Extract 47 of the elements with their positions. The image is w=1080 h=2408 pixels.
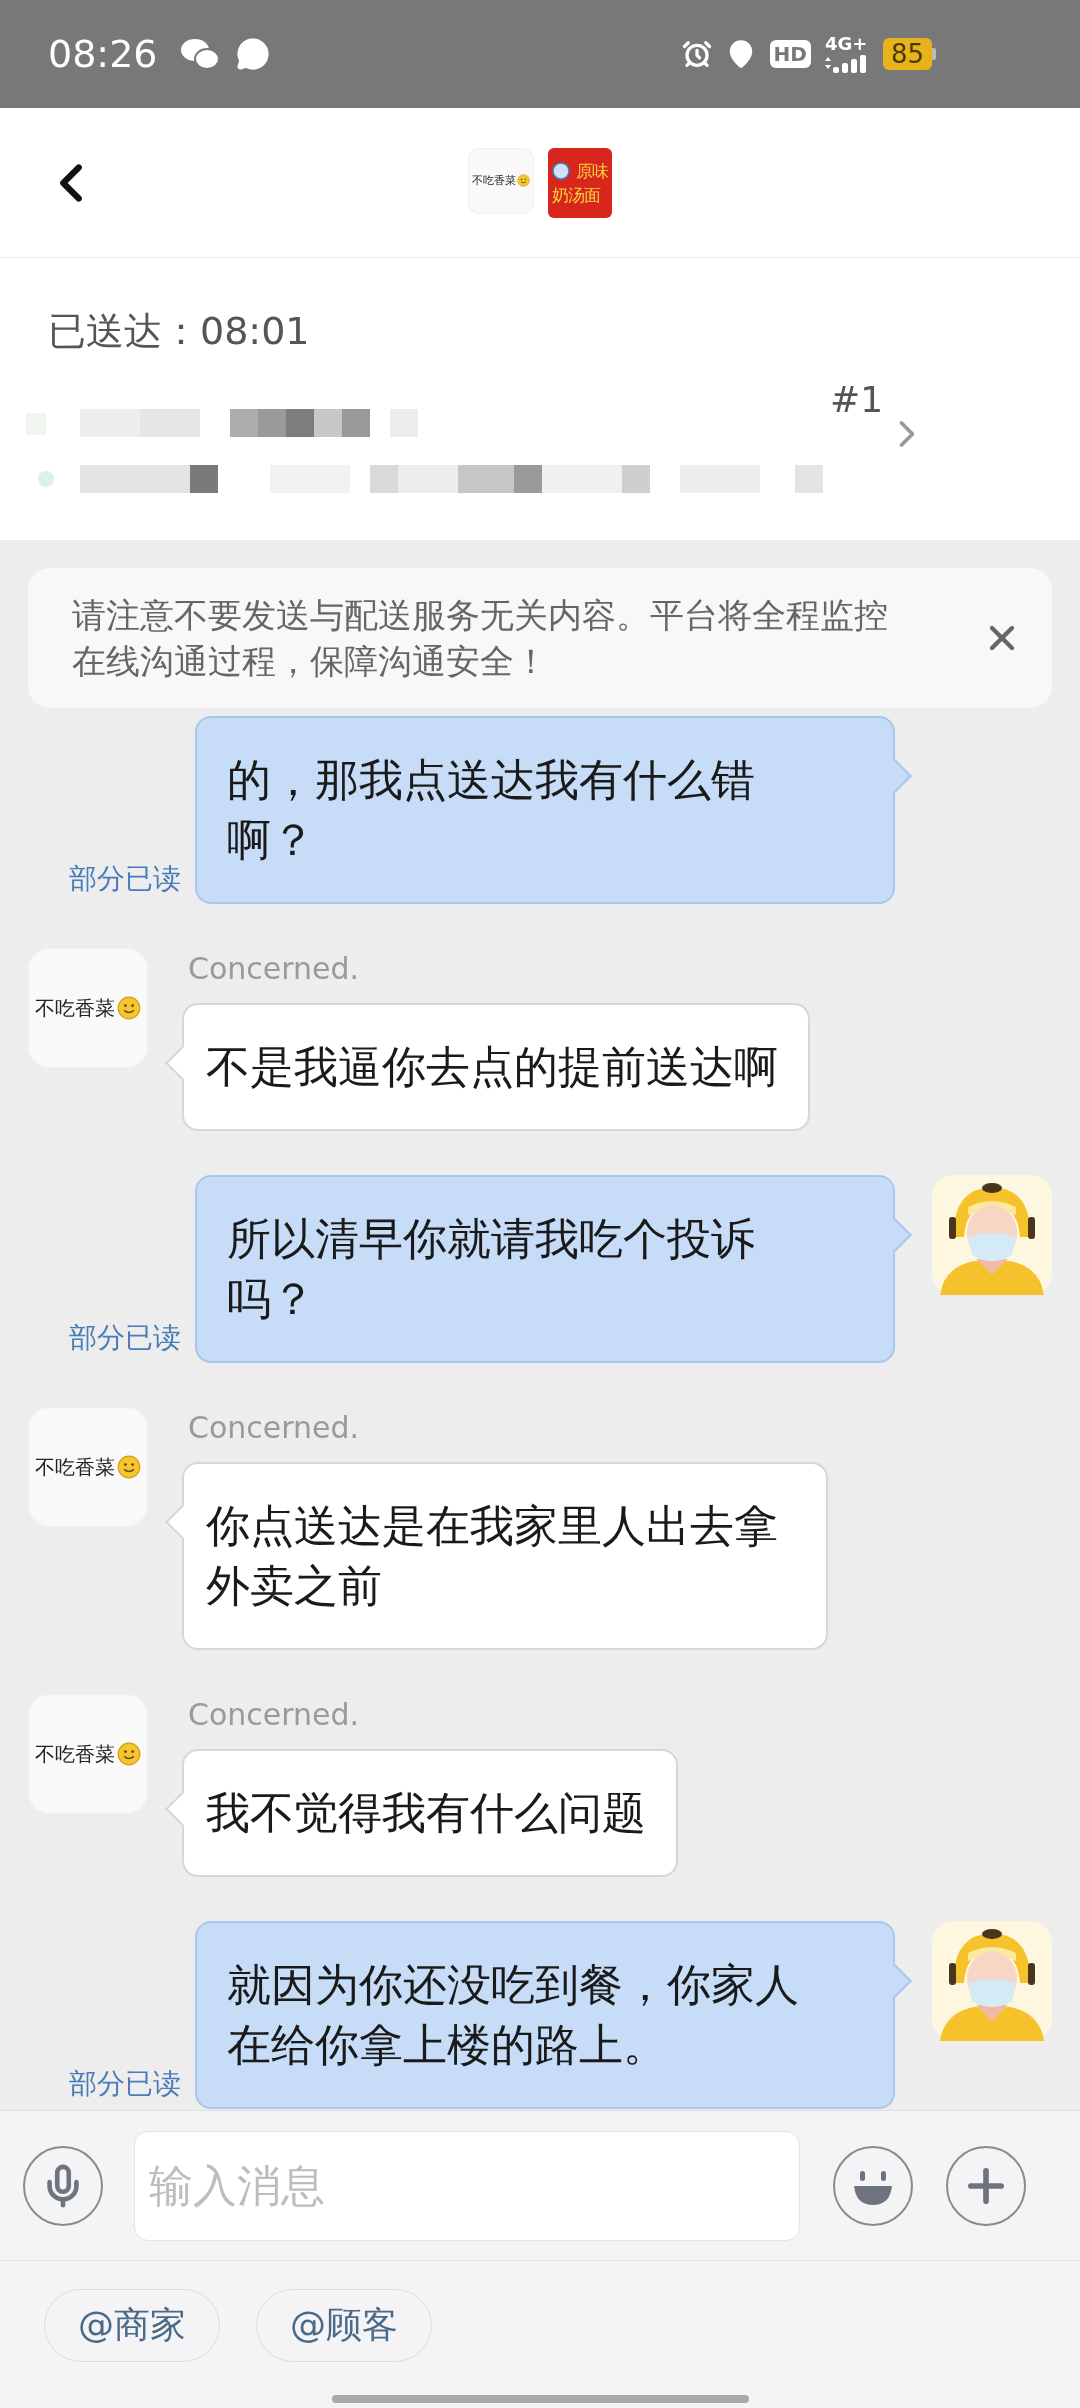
hd-indicator: HD (769, 40, 811, 68)
message-text: 所以清早你就请我吃个投诉吗？ (227, 1212, 756, 1326)
voice-button[interactable] (23, 2145, 103, 2226)
sender-name: Concerned. (188, 1696, 360, 1734)
message-text: 不是我逼你去点的提前送达啊 (206, 1040, 778, 1094)
avatar-label: 不吃香菜 (34, 995, 115, 1022)
mention-button[interactable]: @商家 (44, 2289, 220, 2362)
order-status: 已送达：08:01 (48, 308, 311, 355)
add-button[interactable] (946, 2145, 1026, 2226)
read-status: 部分已读 (69, 2066, 181, 2102)
customer-avatar[interactable]: 不吃香菜 (28, 1407, 148, 1527)
message-icon (235, 37, 270, 71)
message-text: 的，那我点送达我有什么错啊？ (227, 753, 756, 867)
customer-avatar[interactable]: 不吃香菜 (28, 948, 148, 1068)
read-status: 部分已读 (69, 1320, 181, 1356)
smiley-icon (117, 996, 142, 1020)
sender-name: Concerned. (188, 950, 360, 988)
message-text: 我不觉得我有什么问题 (206, 1786, 646, 1840)
wechat-icon (179, 37, 220, 71)
message-text: 就因为你还没吃到餐，你家人在给你拿上楼的路上。 (227, 1958, 800, 2072)
smiley-icon (117, 1455, 142, 1479)
badge-icon (552, 161, 570, 180)
smiley-icon (117, 1742, 142, 1766)
sender-name: Concerned. (188, 1409, 360, 1447)
customer-avatar[interactable]: 不吃香菜 (28, 1694, 148, 1814)
logo-text: 原味 (576, 159, 608, 183)
avatar-label: 不吃香菜 (34, 1741, 115, 1768)
emoji-button[interactable] (833, 2145, 913, 2226)
network-type: 4G+ (824, 35, 868, 53)
smiley-icon (517, 174, 531, 187)
notice-text: 请注意不要发送与配送服务无关内容。平台将全程监控在线沟通过程，保障沟通安全！ (72, 594, 889, 683)
battery-cap (932, 48, 936, 60)
message-input[interactable]: 输入消息 (134, 2130, 800, 2241)
signal-icon (824, 53, 869, 73)
rider-avatar[interactable] (932, 1175, 1052, 1295)
read-status: 部分已读 (69, 861, 181, 897)
battery-level: 85 (882, 38, 932, 70)
message-text: 你点送达是在我家里人出去拿外卖之前 (206, 1499, 779, 1613)
avatar-label: 不吃香菜 (34, 1454, 115, 1481)
customer-avatar[interactable]: 不吃香菜 (468, 147, 534, 214)
order-number: #1 (830, 379, 884, 420)
rider-avatar[interactable] (932, 1921, 1052, 2041)
avatar-label: 不吃香菜 (471, 173, 516, 188)
clock-time: 08:26 (48, 32, 158, 76)
logo-text: 奶汤面 (552, 183, 602, 207)
alarm-icon (681, 39, 712, 69)
mention-button[interactable]: @顾客 (256, 2289, 432, 2362)
